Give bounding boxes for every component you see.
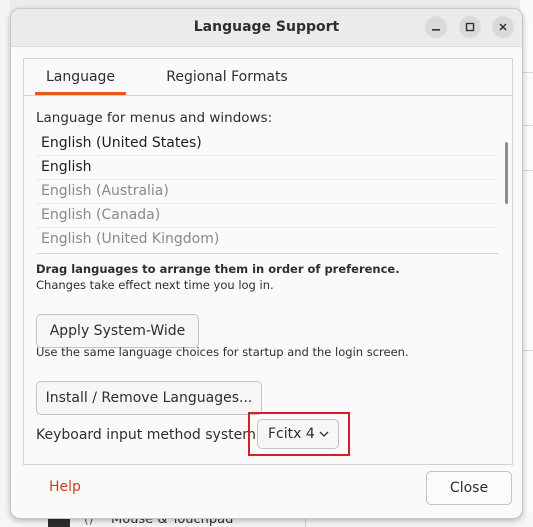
language-item[interactable]: English (United Kingdom) <box>36 227 498 251</box>
language-item[interactable]: English <box>36 155 498 180</box>
minimize-icon <box>432 29 440 31</box>
notebook-panel: Language Regional Formats Language for m… <box>23 58 513 465</box>
tabs-divider <box>24 95 512 96</box>
install-remove-languages-button[interactable]: Install / Remove Languages... <box>36 381 262 415</box>
drag-hint-note: Changes take effect next time you log in… <box>36 278 274 292</box>
language-item[interactable]: English (United States) <box>36 131 498 156</box>
language-list-label: Language for menus and windows: <box>36 110 273 126</box>
selected-input-method: Fcitx 4 <box>268 426 315 442</box>
startup-note: Use the same language choices for startu… <box>36 345 409 359</box>
maximize-button[interactable] <box>459 16 481 38</box>
close-button[interactable]: Close <box>426 471 512 505</box>
language-list[interactable]: English (United States) English English … <box>36 131 498 254</box>
keyboard-input-method-select[interactable]: Fcitx 4 <box>257 419 339 449</box>
drag-hint-title: Drag languages to arrange them in order … <box>36 262 400 276</box>
language-support-dialog: Language Support Language Regional Forma… <box>10 8 523 519</box>
maximize-icon <box>465 22 475 32</box>
apply-system-wide-button[interactable]: Apply System-Wide <box>36 314 199 348</box>
tab-regional-formats[interactable]: Regional Formats <box>152 59 302 95</box>
language-item[interactable]: English (Canada) <box>36 203 498 228</box>
close-window-button[interactable] <box>492 16 514 38</box>
language-list-scrollbar[interactable] <box>505 142 508 204</box>
background-app-left <box>0 0 10 527</box>
tab-language[interactable]: Language <box>35 59 126 95</box>
keyboard-input-label: Keyboard input method system: <box>36 427 261 443</box>
help-button[interactable]: Help <box>49 479 81 495</box>
titlebar: Language Support <box>11 9 522 47</box>
chevron-down-icon <box>318 420 330 458</box>
language-item[interactable]: English (Australia) <box>36 179 498 204</box>
minimize-button[interactable] <box>425 16 447 38</box>
close-icon <box>499 23 507 31</box>
